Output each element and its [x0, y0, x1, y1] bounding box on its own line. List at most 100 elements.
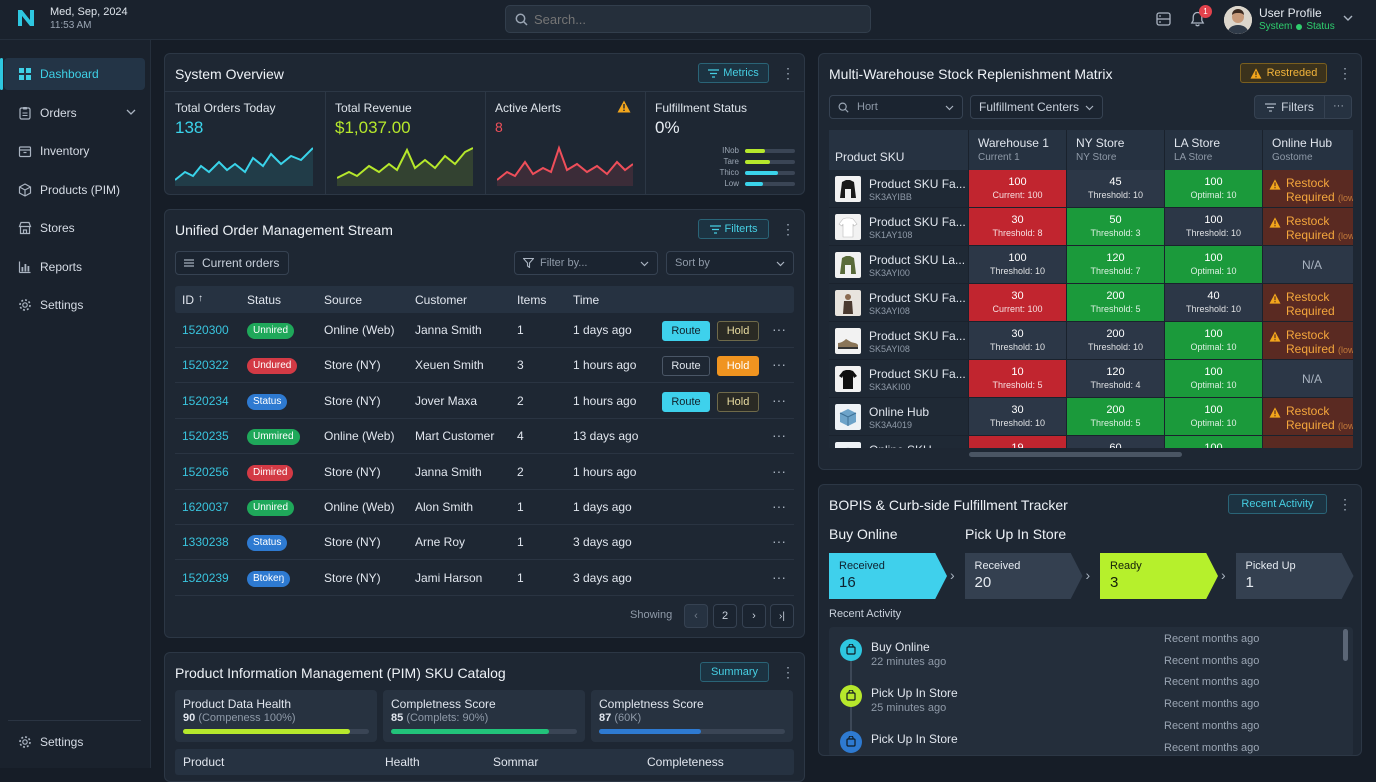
matrix-product-cell[interactable]: Product SKU Fa... SK5AYI08 [829, 322, 969, 360]
order-id-link[interactable]: 1520239 [182, 571, 229, 585]
order-id-link[interactable]: 1520256 [182, 465, 229, 479]
fulfillment-centers-dropdown[interactable]: Fulfillment Centers [970, 95, 1103, 119]
table-row[interactable]: 1330238 Status Store (NY) Arne Roy 1 3 d… [175, 525, 794, 561]
order-id-link[interactable]: 1520234 [182, 394, 229, 408]
hold-button[interactable]: Hold [717, 321, 759, 341]
column-header-product[interactable]: Product [183, 755, 224, 769]
matrix-column-header[interactable]: Product SKU [829, 130, 969, 170]
stock-level-cell[interactable]: 100 Optimal: 10 [1165, 246, 1263, 284]
stock-level-cell[interactable]: 30 Threshold: 10 [969, 398, 1067, 436]
chevron-down-icon[interactable] [126, 109, 136, 116]
sidebar-item-reports[interactable]: Reports [4, 251, 145, 283]
stage-received[interactable]: Received 16 [829, 553, 947, 599]
filters-button[interactable]: Filterts [698, 219, 769, 239]
table-row[interactable]: 1520234 Status Store (NY) Jover Maxa 2 1… [175, 384, 794, 419]
column-header-customer[interactable]: Customer [415, 293, 467, 307]
sidebar-item-dashboard[interactable]: Dashboard [0, 58, 145, 90]
route-button[interactable]: Route [662, 321, 710, 341]
restock-required-cell[interactable]: Restock Required (low [1263, 208, 1353, 246]
restock-required-cell[interactable]: Restock Required [1263, 284, 1353, 322]
hold-button[interactable]: Hold [717, 356, 759, 377]
sidebar-item-inventory[interactable]: Inventory [4, 135, 145, 167]
stock-level-cell[interactable]: 40 Threshold: 10 [1165, 284, 1263, 322]
activity-item[interactable]: Pick Up In Store 25 minutes ago [829, 685, 1159, 725]
stock-level-cell[interactable]: 45 Threshold: 10 [1067, 170, 1165, 208]
table-row[interactable]: 1520322 Undured Store (NY) Xeuen Smith 3… [175, 348, 794, 384]
order-id-link[interactable]: 1330238 [182, 535, 229, 549]
restock-required-cell[interactable]: Restock Required (low [1263, 322, 1353, 360]
row-more-icon[interactable]: ··· [772, 498, 786, 514]
avatar[interactable] [1224, 6, 1252, 34]
matrix-column-header[interactable]: Online Hub Gostome [1263, 130, 1353, 170]
matrix-column-header[interactable]: NY Store NY Store [1067, 130, 1165, 170]
metrics-button[interactable]: Metrics [698, 63, 769, 83]
stock-level-cell[interactable]: 200 Threshold: 5 [1067, 398, 1165, 436]
pagination-page-button[interactable]: 2 [713, 604, 737, 628]
stock-level-cell[interactable]: 100 Threshold: 10 [1165, 208, 1263, 246]
row-more-icon[interactable]: ··· [772, 533, 786, 549]
stock-level-cell[interactable]: 120 Threshold: 4 [1067, 360, 1165, 398]
stock-level-cell[interactable]: 100 Optimal: 10 [1165, 170, 1263, 208]
matrix-product-cell[interactable]: Product SKU Fa... SK3AYIBB [829, 170, 969, 208]
more-horizontal-icon[interactable]: ··· [1325, 96, 1352, 118]
row-more-icon[interactable]: ··· [772, 427, 786, 443]
row-more-icon[interactable]: ··· [772, 463, 786, 479]
sidebar-item-orders[interactable]: Orders [4, 97, 145, 129]
table-row[interactable]: 1520300 Unnired Online (Web) Janna Smith… [175, 313, 794, 348]
recent-activity-button[interactable]: Recent Activity [1228, 494, 1327, 514]
stock-level-cell[interactable]: 120 Threshold: 7 [1067, 246, 1165, 284]
stage-received[interactable]: Received 20 [964, 553, 1083, 599]
current-orders-dropdown[interactable]: Current orders [175, 251, 289, 275]
table-row[interactable]: 1520235 Ummired Online (Web) Mart Custom… [175, 419, 794, 455]
column-header-id[interactable]: ID ↑ [182, 293, 203, 307]
hold-button[interactable]: Hold [717, 391, 759, 412]
matrix-product-cell[interactable]: Product SKU Fa... SK3AYI08 [829, 284, 969, 322]
user-name[interactable]: User Profile [1259, 6, 1322, 20]
order-id-link[interactable]: 1520300 [182, 323, 229, 337]
matrix-column-header[interactable]: Warehouse 1 Current 1 [969, 130, 1067, 170]
restock-required-cell[interactable]: Restock Required (low [1263, 170, 1353, 208]
matrix-horizontal-scrollbar[interactable] [969, 452, 1182, 457]
column-header-summary[interactable]: Sommar [493, 755, 538, 769]
table-row[interactable]: 1520239 Btokeŋ Store (NY) Jami Harson 1 … [175, 561, 794, 596]
order-id-link[interactable]: 1620037 [182, 500, 229, 514]
stock-level-cell[interactable]: 30 Threshold: 8 [969, 208, 1067, 246]
row-more-icon[interactable]: ··· [772, 356, 786, 372]
route-button[interactable]: Route [662, 356, 710, 377]
search-input[interactable] [534, 10, 854, 28]
activity-scrollbar[interactable] [1343, 629, 1348, 661]
restock-required-cell[interactable] [1263, 436, 1353, 448]
pagination-last-button[interactable]: ›| [770, 604, 794, 628]
stock-level-cell[interactable]: 200 Threshold: 5 [1067, 284, 1165, 322]
column-header-time[interactable]: Time [573, 293, 599, 307]
column-header-items[interactable]: Items [517, 293, 546, 307]
row-more-icon[interactable]: ··· [772, 321, 786, 337]
stock-level-cell[interactable]: 100 Optimal: 10 [1165, 322, 1263, 360]
stock-level-cell[interactable]: 19 [969, 436, 1067, 448]
sidebar-item-stores[interactable]: Stores [4, 212, 145, 244]
server-icon[interactable] [1156, 12, 1171, 26]
column-header-source[interactable]: Source [324, 293, 362, 307]
hort-filter-dropdown[interactable]: Hort [829, 95, 963, 119]
matrix-filters-button[interactable]: Filters [1255, 96, 1325, 118]
restock-required-cell[interactable]: Restock Required (low [1263, 398, 1353, 436]
route-button[interactable]: Route [662, 391, 710, 412]
stock-level-cell[interactable]: 50 Threshold: 3 [1067, 208, 1165, 246]
search-bar[interactable] [505, 5, 871, 33]
more-options-icon[interactable]: ⋮ [781, 664, 795, 680]
brand-logo-icon[interactable] [16, 8, 36, 28]
sidebar-bottom-settings[interactable]: Settings [4, 726, 145, 758]
matrix-product-cell[interactable]: Product SKU Fa... SK3AKI00 [829, 360, 969, 398]
order-id-link[interactable]: 1520322 [182, 358, 229, 372]
more-options-icon[interactable]: ⋮ [1338, 65, 1352, 81]
filter-by-dropdown[interactable]: Filter by... [514, 251, 658, 275]
summary-button[interactable]: Summary [700, 662, 769, 682]
matrix-product-cell[interactable]: Product SKU Fa... SK1AY108 [829, 208, 969, 246]
activity-item[interactable]: Buy Online 22 minutes ago [829, 639, 1159, 679]
sort-by-dropdown[interactable]: Sort by [666, 251, 794, 275]
matrix-product-cell[interactable]: Product SKU La... SK3AYI00 [829, 246, 969, 284]
stock-level-cell[interactable]: 100 Current: 100 [969, 170, 1067, 208]
more-options-icon[interactable]: ⋮ [781, 221, 795, 237]
stage-ready[interactable]: Ready 3 [1100, 553, 1218, 599]
stock-level-cell[interactable]: 100 [1165, 436, 1263, 448]
